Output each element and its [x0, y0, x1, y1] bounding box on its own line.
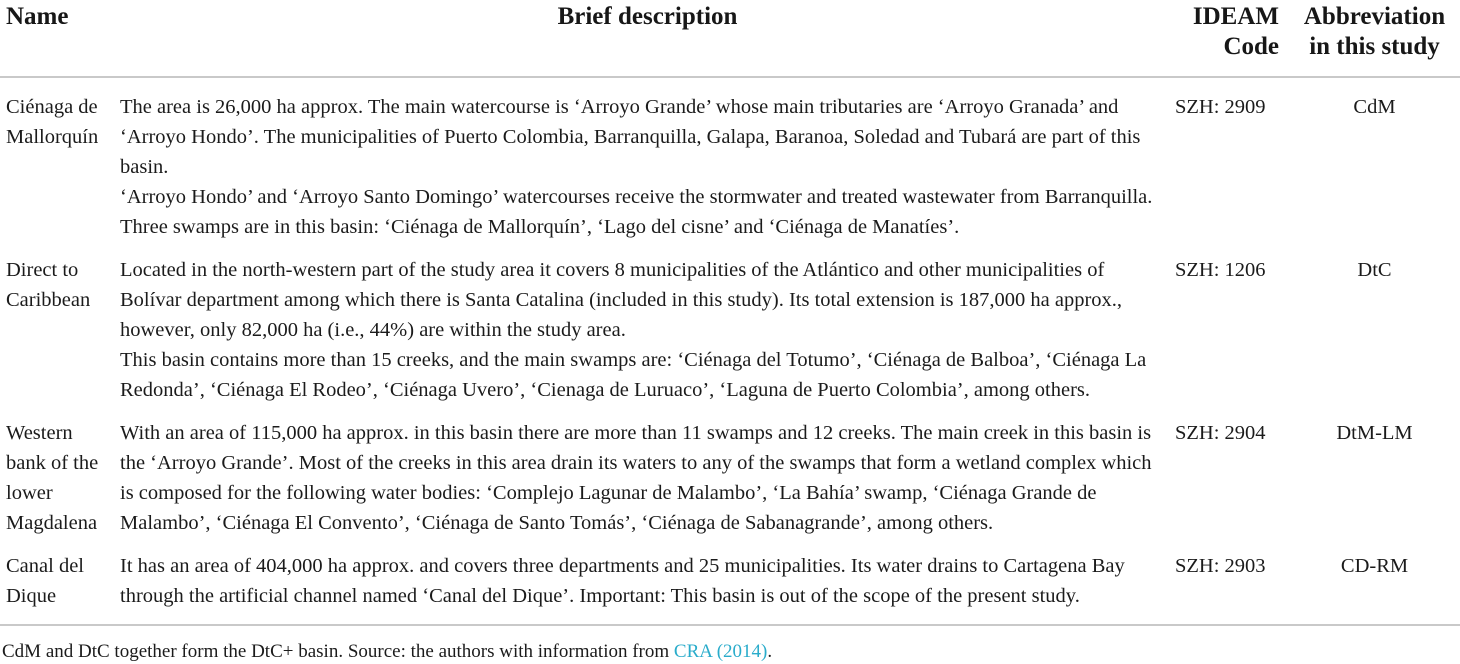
header-rule-cell — [0, 61, 1460, 78]
cell-basin-description: Located in the north-western part of the… — [120, 242, 1175, 405]
cell-basin-description: It has an area of 404,000 ha approx. and… — [120, 538, 1175, 611]
table-row: Direct to CaribbeanLocated in the north-… — [0, 242, 1460, 405]
cell-abbreviation: DtM-LM — [1283, 405, 1460, 538]
column-header-description-label: Brief description — [558, 3, 738, 30]
description-paragraph: The area is 26,000 ha approx. The main w… — [120, 92, 1163, 182]
table-row: Ciénaga de MallorquínThe area is 26,000 … — [0, 78, 1460, 242]
cell-ideam-code: SZH: 2909 — [1175, 78, 1283, 242]
footnote-text-before: CdM and DtC together form the DtC+ basin… — [2, 641, 674, 662]
column-header-description: Brief description — [120, 0, 1175, 61]
description-paragraph: This basin contains more than 15 creeks,… — [120, 345, 1163, 405]
column-header-abbreviation: Abbreviation in this study — [1283, 0, 1460, 61]
table-row: Canal del DiqueIt has an area of 404,000… — [0, 538, 1460, 611]
cell-basin-description: With an area of 115,000 ha approx. in th… — [120, 405, 1175, 538]
table-footnote: CdM and DtC together form the DtC+ basin… — [0, 626, 1460, 664]
cell-basin-name: Western bank of the lower Magdalena — [0, 405, 120, 538]
description-paragraph: It has an area of 404,000 ha approx. and… — [120, 551, 1163, 611]
footnote-text-after: . — [767, 641, 772, 662]
table-row: Western bank of the lower MagdalenaWith … — [0, 405, 1460, 538]
cell-basin-name: Canal del Dique — [0, 538, 120, 611]
column-header-name: Name — [0, 0, 120, 61]
column-header-ideam-code-line1: IDEAM — [1193, 3, 1279, 30]
description-paragraph: ‘Arroyo Hondo’ and ‘Arroyo Santo Domingo… — [120, 182, 1163, 242]
header-rule-row — [0, 61, 1460, 78]
table-header: Name Brief description IDEAM Code Abbrev… — [0, 0, 1460, 78]
table-body: Ciénaga de MallorquínThe area is 26,000 … — [0, 78, 1460, 612]
cell-abbreviation: CdM — [1283, 78, 1460, 242]
description-paragraph: Located in the north-western part of the… — [120, 255, 1163, 345]
cell-basin-name: Ciénaga de Mallorquín — [0, 78, 120, 242]
table-container: Name Brief description IDEAM Code Abbrev… — [0, 0, 1460, 664]
description-paragraph: With an area of 115,000 ha approx. in th… — [120, 418, 1163, 538]
column-header-ideam-code: IDEAM Code — [1175, 0, 1283, 61]
basins-table: Name Brief description IDEAM Code Abbrev… — [0, 0, 1460, 612]
cell-basin-name: Direct to Caribbean — [0, 242, 120, 405]
column-header-abbreviation-line2: in this study — [1309, 33, 1440, 60]
cell-basin-description: The area is 26,000 ha approx. The main w… — [120, 78, 1175, 242]
cell-abbreviation: CD-RM — [1283, 538, 1460, 611]
column-header-name-label: Name — [6, 3, 68, 30]
cell-ideam-code: SZH: 1206 — [1175, 242, 1283, 405]
column-header-abbreviation-line1: Abbreviation — [1304, 3, 1445, 30]
cell-abbreviation: DtC — [1283, 242, 1460, 405]
column-header-ideam-code-line2: Code — [1223, 33, 1279, 60]
cell-ideam-code: SZH: 2904 — [1175, 405, 1283, 538]
cell-ideam-code: SZH: 2903 — [1175, 538, 1283, 611]
footnote-citation-link[interactable]: CRA (2014) — [674, 641, 767, 662]
header-row: Name Brief description IDEAM Code Abbrev… — [0, 0, 1460, 61]
